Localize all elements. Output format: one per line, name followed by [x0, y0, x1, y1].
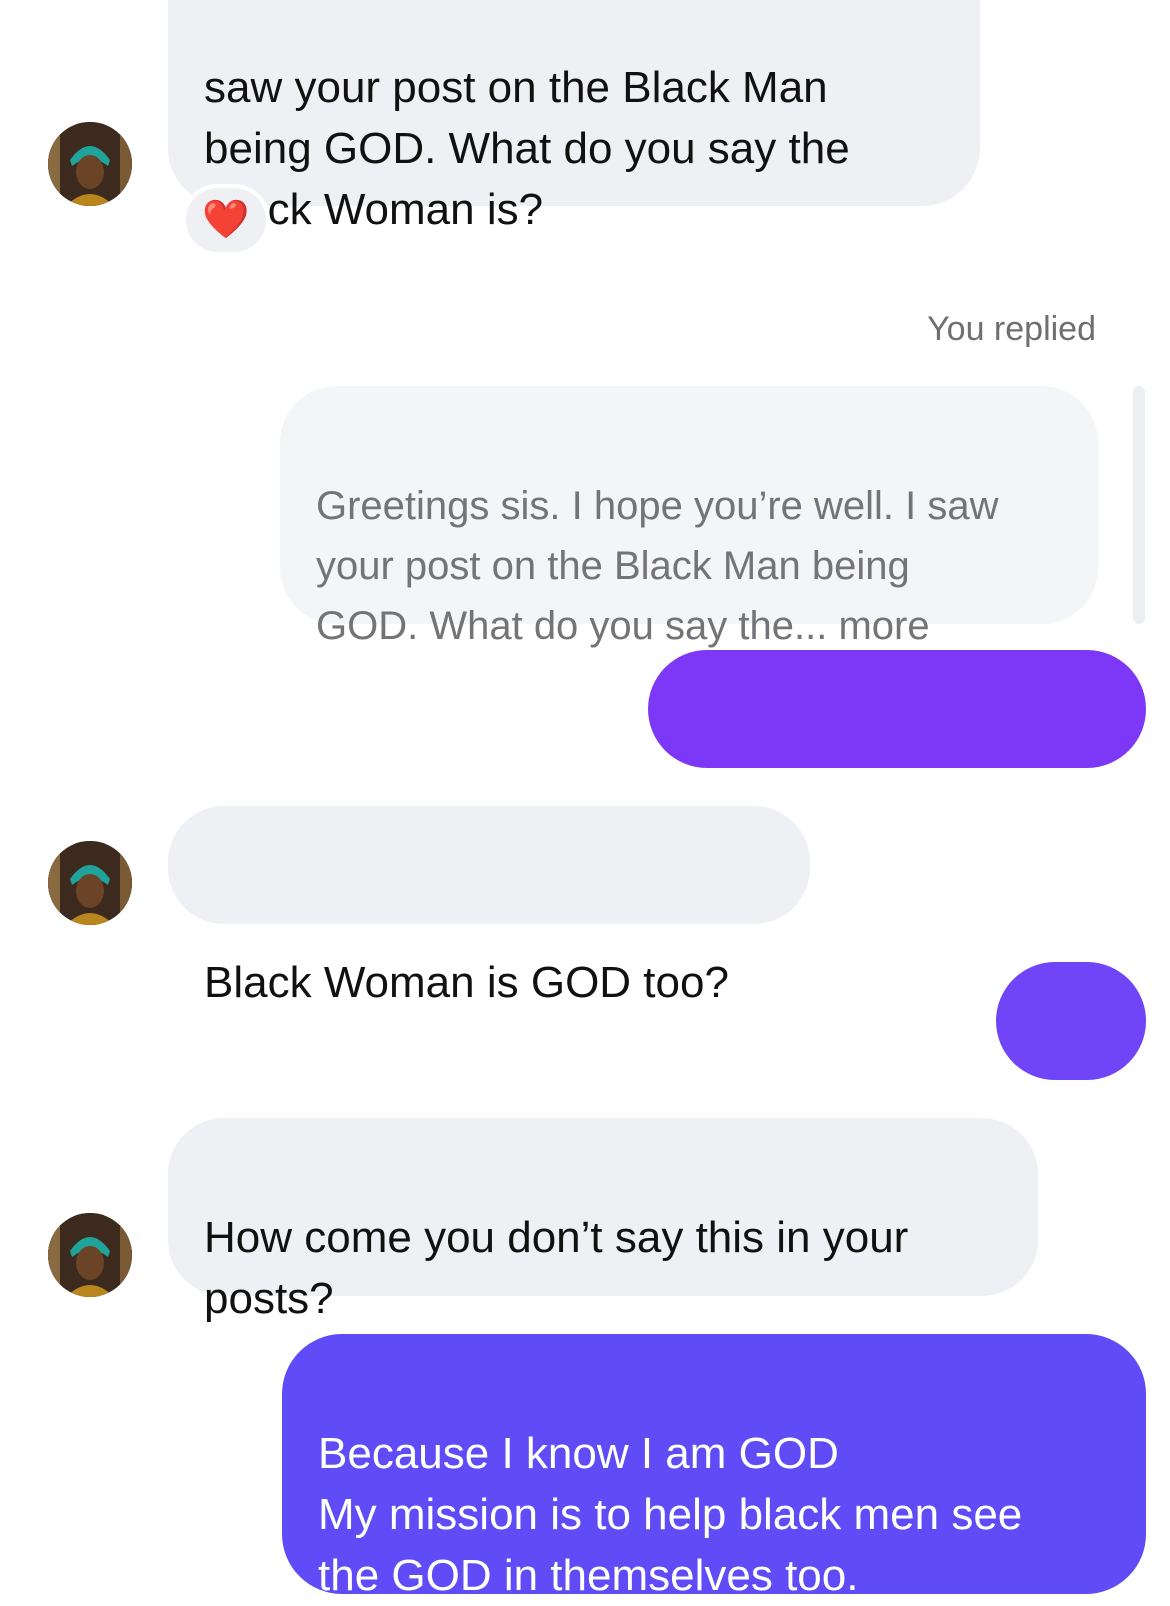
outgoing-message-bubble[interactable]: Yes — [996, 962, 1146, 1163]
outgoing-message-bubble[interactable]: Because I know I am GOD My mission is to… — [282, 1334, 1146, 1600]
message-text: Yes — [1035, 1114, 1107, 1163]
heart-reaction[interactable]: ❤️ — [182, 184, 270, 256]
message-text: How come you don’t say this in your post… — [204, 1213, 909, 1323]
incoming-message-bubble[interactable]: How come you don’t say this in your post… — [168, 1118, 1038, 1323]
reply-indicator-bar — [1133, 386, 1145, 624]
reply-label: You replied — [927, 310, 1096, 348]
incoming-message-bubble[interactable]: saw your post on the Black Man being GOD… — [168, 0, 980, 234]
message-text: Because I know I am GOD My mission is to… — [318, 1429, 1023, 1600]
quoted-message-text: Greetings sis. I hope you’re well. I saw… — [316, 484, 999, 648]
incoming-message-bubble[interactable]: Black Woman is GOD too? — [168, 806, 810, 1007]
avatar[interactable] — [48, 841, 132, 925]
message-text: saw your post on the Black Man being GOD… — [204, 63, 850, 234]
outgoing-message-bubble[interactable]: Greetings sis, GOD. — [648, 650, 1146, 851]
avatar[interactable] — [48, 122, 132, 206]
quoted-message[interactable]: Greetings sis. I hope you’re well. I saw… — [280, 386, 1098, 648]
red-heart-icon: ❤️ — [202, 199, 250, 241]
message-text: Black Woman is GOD too? — [204, 958, 729, 1007]
avatar[interactable] — [48, 1213, 132, 1297]
